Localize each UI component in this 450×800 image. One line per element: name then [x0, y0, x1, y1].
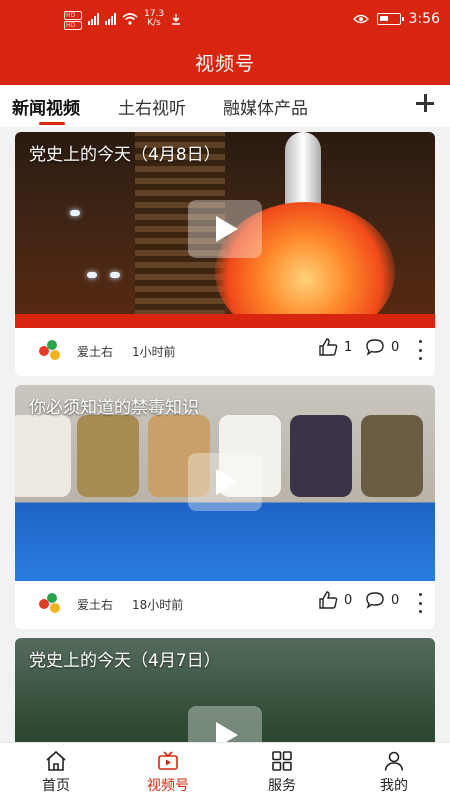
thumbs-up-icon	[319, 338, 338, 356]
video-meta: 爱土右 18小时前 0 0	[15, 581, 435, 629]
like-count: 1	[344, 339, 353, 355]
jar-graphic	[361, 415, 423, 497]
comment-icon	[366, 592, 384, 609]
jar-graphic	[290, 415, 352, 497]
post-time: 18小时前	[132, 598, 184, 612]
active-tab-indicator	[39, 122, 65, 125]
more-options-icon[interactable]	[417, 593, 423, 613]
video-card[interactable]: 党史上的今天（4月7日）	[15, 638, 435, 742]
tab-bar: 新闻视频 土右视听 融媒体产品	[0, 85, 450, 127]
hd-icon: HD HD	[64, 11, 82, 30]
video-card[interactable]: 你必须知道的禁毒知识 爱土右 18小时前 0 0	[15, 385, 435, 629]
author-name: 爱土右	[77, 598, 114, 612]
play-button[interactable]	[188, 200, 262, 258]
comment-button[interactable]: 0	[365, 591, 399, 609]
signal-icon	[88, 13, 99, 25]
page-title: 视频号	[194, 53, 255, 75]
like-button[interactable]: 1	[318, 338, 352, 356]
video-title: 你必须知道的禁毒知识	[29, 398, 199, 418]
comment-count: 0	[391, 592, 400, 608]
author-logo-icon	[39, 340, 63, 362]
nav-home[interactable]: 首页	[16, 743, 96, 800]
video-thumbnail[interactable]: 党史上的今天（4月8日）	[15, 132, 435, 328]
comment-button[interactable]: 0	[365, 338, 399, 356]
author-logo-icon	[39, 593, 63, 615]
light-spot	[70, 210, 80, 216]
play-button[interactable]	[188, 453, 262, 511]
tab-turou-media[interactable]: 土右视听	[118, 94, 186, 119]
video-thumbnail[interactable]: 党史上的今天（4月7日）	[15, 638, 435, 742]
author-name: 爱土右	[77, 345, 114, 359]
jar-graphic	[15, 415, 71, 497]
like-button[interactable]: 0	[318, 591, 352, 609]
video-card[interactable]: 党史上的今天（4月8日） 爱土右 1小时前 1 0	[15, 132, 435, 376]
post-time: 1小时前	[132, 345, 176, 359]
nav-video-label: 视频号	[147, 778, 189, 794]
wifi-icon	[122, 13, 138, 25]
like-count: 0	[344, 592, 353, 608]
bottom-nav: 首页 视频号 服务 我的	[0, 742, 450, 800]
nav-mine-label: 我的	[380, 778, 408, 794]
video-feed: 党史上的今天（4月8日） 爱土右 1小时前 1 0 你必须知道的禁毒知识 爱土右…	[0, 127, 450, 742]
tab-news-video[interactable]: 新闻视频	[12, 94, 80, 119]
nav-video[interactable]: 视频号	[128, 743, 208, 800]
more-options-icon[interactable]	[417, 340, 423, 360]
nav-home-label: 首页	[42, 778, 70, 794]
eye-icon	[352, 14, 369, 24]
status-right: 3:56	[352, 11, 440, 27]
nav-mine[interactable]: 我的	[354, 743, 434, 800]
video-icon	[158, 751, 178, 770]
light-spot	[110, 272, 120, 278]
jar-graphic	[77, 415, 139, 497]
light-spot	[87, 272, 97, 278]
status-left: HD HD 17.3 K/s	[64, 10, 182, 30]
user-icon	[384, 751, 404, 771]
thumbs-up-icon	[319, 591, 338, 609]
video-title: 党史上的今天（4月7日）	[29, 651, 221, 671]
add-channel-icon[interactable]	[416, 94, 434, 112]
video-thumbnail[interactable]: 你必须知道的禁毒知识	[15, 385, 435, 581]
grid-icon	[272, 751, 292, 771]
network-speed: 17.3 K/s	[144, 10, 164, 28]
play-button[interactable]	[188, 706, 262, 742]
clock: 3:56	[408, 11, 440, 27]
video-title: 党史上的今天（4月8日）	[29, 145, 221, 165]
comment-count: 0	[391, 339, 400, 355]
tab-media-products[interactable]: 融媒体产品	[223, 94, 308, 119]
battery-icon	[376, 13, 404, 25]
speed-unit: K/s	[147, 18, 161, 28]
nav-services-label: 服务	[268, 778, 296, 794]
comment-icon	[366, 339, 384, 356]
download-icon	[172, 14, 181, 25]
nav-services[interactable]: 服务	[242, 743, 322, 800]
signal-icon-2	[105, 13, 116, 25]
status-bar: HD HD 17.3 K/s 3:56	[0, 0, 450, 40]
home-icon	[46, 750, 66, 771]
video-meta: 爱土右 1小时前 1 0	[15, 328, 435, 376]
thumbnail-red-bar	[15, 314, 435, 328]
app-bar: 视频号	[0, 40, 450, 85]
